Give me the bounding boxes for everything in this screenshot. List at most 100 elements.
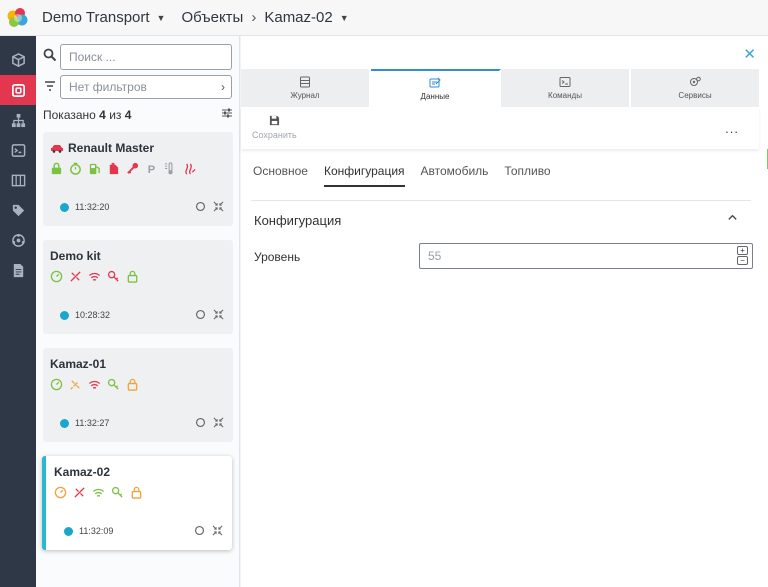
unit-title: Renault Master [50, 141, 154, 155]
detail-tabs: Журнал Данные Команды Сервисы [241, 69, 759, 107]
lock-icon [131, 486, 142, 499]
subtab-configuration[interactable]: Конфигурация [323, 164, 405, 187]
locate-icon[interactable] [195, 309, 206, 320]
app-name-dropdown[interactable]: Demo Transport ▼ [42, 9, 165, 26]
increment-button[interactable]: + [737, 246, 748, 255]
svg-text:P: P [148, 164, 156, 175]
satellite-off-icon [74, 487, 85, 498]
save-button[interactable]: Сохранить [252, 115, 297, 140]
decrement-button[interactable]: − [737, 256, 748, 265]
unit-name: Kamaz-01 [50, 357, 107, 371]
collapse-icon[interactable] [213, 417, 224, 428]
sensor-icons [54, 486, 143, 499]
canister-icon [109, 162, 119, 175]
last-update-time: 11:32:09 [79, 526, 114, 536]
tab-data[interactable]: Данные [371, 69, 501, 107]
unit-title: Demo kit [50, 249, 101, 263]
tab-commands[interactable]: Команды [501, 69, 631, 107]
journal-icon [300, 76, 310, 88]
chevron-up-icon[interactable] [727, 212, 738, 223]
locate-icon[interactable] [195, 417, 206, 428]
wifi-icon [88, 272, 101, 281]
subtab-fuel[interactable]: Топливо [504, 164, 550, 187]
level-value: 55 [428, 249, 442, 263]
parking-icon: P [148, 164, 156, 175]
thermometer-icon [164, 162, 173, 175]
status-dot [60, 310, 69, 320]
tab-label: Журнал [290, 91, 320, 100]
level-label: Уровень [254, 250, 301, 264]
wifi-icon [88, 380, 101, 389]
key-icon [107, 270, 119, 282]
satellite-icon [70, 380, 80, 390]
filter-select[interactable]: Нет фильтров › [60, 75, 232, 99]
filter-icon [45, 81, 55, 91]
unit-card-kamaz-01[interactable]: Kamaz-01 11:32:27 [43, 348, 233, 442]
count-shown: 4 [99, 108, 106, 122]
filter-placeholder: Нет фильтров [69, 80, 147, 94]
unit-card-renault-master[interactable]: Renault Master P 11:32:20 [43, 132, 233, 226]
sliders-icon[interactable] [221, 107, 233, 119]
nav-objects-icon[interactable] [0, 75, 36, 105]
speedometer-icon [50, 270, 63, 283]
last-update: 10:28:32 [60, 310, 110, 320]
collapse-icon[interactable] [212, 525, 223, 536]
sensor-icons: P [50, 162, 196, 175]
breadcrumb-section[interactable]: Объекты [181, 9, 243, 26]
breadcrumb-section-label: Объекты [181, 9, 244, 26]
key-icon [107, 378, 119, 390]
nav-box-icon[interactable] [0, 45, 36, 75]
subtab-basic[interactable]: Основное [253, 164, 308, 187]
more-options-icon[interactable]: ... [725, 121, 739, 136]
unit-name: Demo kit [50, 249, 101, 263]
nav-hierarchy-icon[interactable] [0, 105, 36, 135]
level-stepper: + − [737, 246, 748, 265]
level-input[interactable]: 55 + − [419, 243, 753, 269]
count-prefix: Показано [43, 108, 96, 122]
nav-network-icon[interactable] [0, 225, 36, 255]
locate-icon[interactable] [195, 201, 206, 212]
unit-card-demo-kit[interactable]: Demo kit 10:28:32 [43, 240, 233, 334]
last-update-time: 11:32:20 [75, 202, 110, 212]
left-nav [0, 36, 36, 587]
tab-journal[interactable]: Журнал [241, 69, 371, 107]
last-update-time: 10:28:32 [75, 310, 111, 320]
breadcrumb-object-label: Kamaz-02 [264, 9, 333, 26]
subtab-vehicle[interactable]: Автомобиль [421, 164, 489, 187]
search-input[interactable] [60, 44, 232, 70]
nav-document-icon[interactable] [0, 255, 36, 285]
toolbar: Сохранить ... [241, 107, 759, 149]
tab-services[interactable]: Сервисы [631, 69, 759, 107]
data-subtabs: Основное Конфигурация Автомобиль Топливо [253, 164, 551, 187]
save-icon [269, 115, 279, 126]
sensor-icons [50, 270, 139, 283]
key-icon [111, 486, 123, 498]
unit-title: Kamaz-02 [54, 465, 110, 479]
unit-name: Renault Master [68, 141, 155, 155]
last-update-time: 11:32:27 [75, 418, 110, 428]
status-dot [60, 202, 69, 212]
status-dot [64, 526, 73, 536]
unit-name: Kamaz-02 [54, 465, 111, 479]
nav-table-icon[interactable] [0, 165, 36, 195]
breadcrumb-object-dropdown[interactable]: Kamaz-02 ▼ [264, 9, 348, 26]
heat-icon [185, 163, 196, 175]
last-update: 11:32:09 [64, 526, 113, 536]
card-actions [195, 417, 224, 428]
card-actions [195, 309, 224, 320]
satellite-off-icon [70, 271, 81, 282]
collapse-icon[interactable] [213, 309, 224, 320]
unit-card-kamaz-02[interactable]: Kamaz-02 11:32:09 [42, 456, 232, 550]
subtabs-divider [251, 200, 751, 201]
lock-icon [127, 378, 138, 391]
top-bar: Demo Transport ▼ Объекты › Kamaz-02 ▼ [0, 0, 768, 36]
app-logo-icon[interactable] [0, 0, 36, 36]
object-list-panel: Нет фильтров › Показано 4 из 4 Renault M… [36, 36, 240, 587]
nav-tag-icon[interactable] [0, 195, 36, 225]
tab-label: Команды [548, 91, 582, 100]
locate-icon[interactable] [194, 525, 205, 536]
collapse-icon[interactable] [213, 201, 224, 212]
nav-terminal-icon[interactable] [0, 135, 36, 165]
chevron-right-icon: › [251, 9, 257, 26]
close-icon[interactable]: ✕ [743, 45, 756, 63]
